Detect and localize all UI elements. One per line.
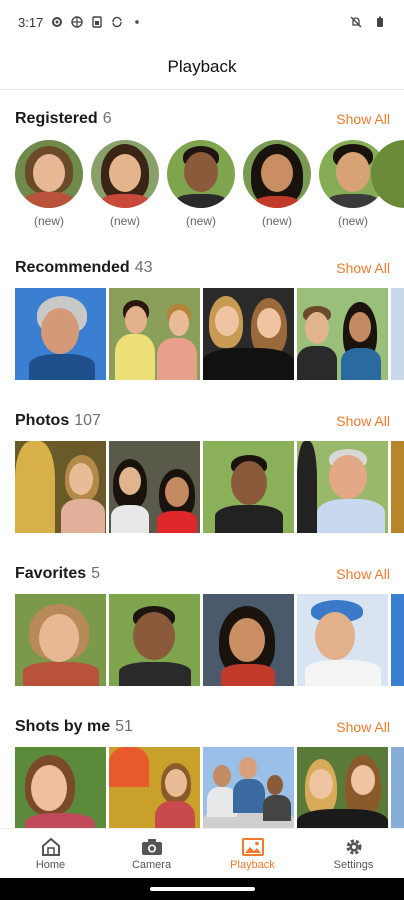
status-time: 3:17 bbox=[18, 14, 44, 30]
section-count: 51 bbox=[115, 718, 133, 735]
nav-item-home[interactable]: Home bbox=[0, 829, 101, 878]
photo-thumbnail[interactable] bbox=[297, 288, 388, 380]
avatar-caption: (new) bbox=[185, 214, 216, 228]
show-all-registered-link[interactable]: Show All bbox=[336, 111, 390, 127]
page-title: Playback bbox=[167, 56, 237, 76]
section-title: Shots by me bbox=[15, 718, 111, 735]
gear-icon bbox=[346, 839, 361, 854]
photos-thumbnails bbox=[15, 441, 404, 533]
favorites-thumbnails bbox=[15, 594, 404, 686]
photo-thumbnail-partial[interactable] bbox=[391, 288, 404, 380]
nav-item-camera[interactable]: Camera bbox=[101, 829, 202, 878]
avatar-caption: (new) bbox=[109, 214, 140, 228]
photo-thumbnail[interactable] bbox=[109, 441, 200, 533]
avatar bbox=[243, 140, 311, 208]
nav-label: Camera bbox=[131, 858, 172, 871]
registered-person[interactable]: (new) bbox=[15, 140, 83, 228]
section-header: Favorites 5 Show All bbox=[15, 562, 390, 586]
avatar-caption: (new) bbox=[261, 214, 292, 228]
section-title: Favorites bbox=[15, 565, 87, 582]
show-all-photos-link[interactable]: Show All bbox=[336, 413, 390, 429]
show-all-shots-link[interactable]: Show All bbox=[336, 719, 390, 735]
settings-icon bbox=[52, 17, 63, 27]
photo-thumbnail[interactable] bbox=[297, 747, 388, 828]
registered-avatars: (new) (new) (new) (new) (new) bbox=[15, 140, 404, 228]
sync-icon bbox=[112, 16, 123, 28]
avatar bbox=[167, 140, 235, 208]
playback-content[interactable]: Registered 6 Show All (new) (new) (new) … bbox=[0, 92, 404, 828]
camera-icon bbox=[141, 838, 162, 855]
section-count: 6 bbox=[102, 110, 112, 127]
section-title: Photos bbox=[15, 412, 70, 429]
show-all-recommended-link[interactable]: Show All bbox=[336, 260, 390, 276]
nav-item-playback[interactable]: Playback bbox=[202, 829, 303, 878]
section-header: Recommended 43 Show All bbox=[15, 256, 390, 280]
photo-thumbnail[interactable] bbox=[109, 747, 200, 828]
photo-thumbnail-partial[interactable] bbox=[391, 594, 404, 686]
shots-thumbnails bbox=[15, 747, 404, 828]
photo-thumbnail-partial[interactable] bbox=[391, 747, 404, 828]
photo-thumbnail[interactable] bbox=[203, 441, 294, 533]
image-icon bbox=[241, 837, 264, 856]
photo-thumbnail[interactable] bbox=[203, 747, 294, 828]
nav-label: Playback bbox=[230, 858, 275, 871]
registered-person-partial[interactable] bbox=[371, 140, 404, 228]
photo-thumbnail[interactable] bbox=[109, 594, 200, 686]
bottom-navigation: Home Camera Playback Settings bbox=[0, 828, 404, 878]
status-bar: 3:17 bbox=[0, 0, 404, 44]
show-all-favorites-link[interactable]: Show All bbox=[336, 566, 390, 582]
section-header: Shots by me 51 Show All bbox=[15, 715, 390, 739]
avatar bbox=[91, 140, 159, 208]
photo-thumbnail[interactable] bbox=[15, 441, 106, 533]
notifications-off-icon bbox=[350, 16, 362, 28]
nav-item-settings[interactable]: Settings bbox=[303, 829, 404, 878]
section-header: Photos 107 Show All bbox=[15, 409, 390, 433]
photo-thumbnail[interactable] bbox=[109, 288, 200, 380]
globe-icon bbox=[71, 16, 84, 28]
section-title: Recommended bbox=[15, 259, 130, 276]
avatar bbox=[15, 140, 83, 208]
nav-label: Settings bbox=[333, 858, 374, 871]
photo-thumbnail[interactable] bbox=[15, 594, 106, 686]
photo-thumbnail[interactable] bbox=[203, 288, 294, 380]
gesture-handle[interactable] bbox=[150, 887, 255, 891]
sim-icon bbox=[92, 16, 103, 28]
avatar-caption: (new) bbox=[33, 214, 64, 228]
nav-label: Home bbox=[35, 858, 66, 871]
photo-thumbnail[interactable] bbox=[15, 288, 106, 380]
app-header: Playback bbox=[0, 44, 404, 90]
dot-icon bbox=[135, 20, 140, 24]
photo-thumbnail-partial[interactable] bbox=[391, 441, 404, 533]
section-header: Registered 6 Show All bbox=[15, 107, 390, 131]
avatar-caption: (new) bbox=[337, 214, 368, 228]
photo-thumbnail[interactable] bbox=[297, 441, 388, 533]
system-gesture-bar bbox=[0, 878, 404, 900]
section-count: 43 bbox=[134, 259, 153, 276]
photo-thumbnail[interactable] bbox=[203, 594, 294, 686]
home-icon bbox=[41, 837, 60, 856]
avatar bbox=[371, 140, 404, 208]
section-count: 107 bbox=[74, 412, 101, 429]
battery-icon bbox=[377, 16, 383, 27]
registered-person[interactable]: (new) bbox=[167, 140, 235, 228]
recommended-thumbnails bbox=[15, 288, 404, 380]
photo-thumbnail[interactable] bbox=[297, 594, 388, 686]
registered-person[interactable]: (new) bbox=[243, 140, 311, 228]
section-title: Registered bbox=[15, 110, 98, 127]
photo-thumbnail[interactable] bbox=[15, 747, 106, 828]
section-count: 5 bbox=[91, 565, 101, 582]
registered-person[interactable]: (new) bbox=[91, 140, 159, 228]
